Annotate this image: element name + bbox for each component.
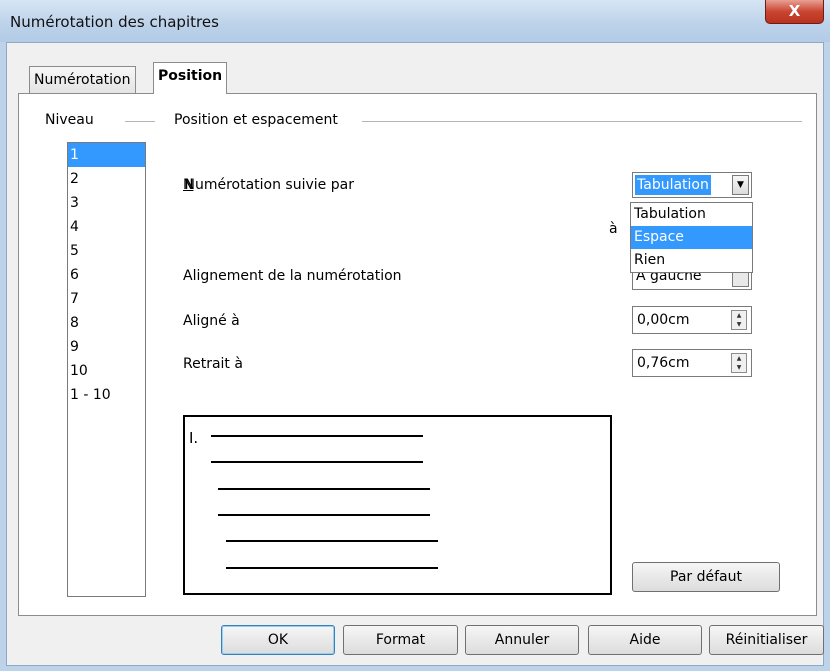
indent-at-stepper[interactable]: ▲ ▼ <box>731 353 747 373</box>
alignment-label: Alignement de la numérotation <box>183 268 402 284</box>
close-button[interactable]: X <box>765 0 824 24</box>
list-item[interactable]: 2 <box>68 167 145 191</box>
at-label: à <box>609 221 618 237</box>
cancel-button-label: Annuler <box>494 632 550 648</box>
aligned-at-field[interactable]: 0,00cm ▲ ▼ <box>632 306 752 334</box>
help-button-label: Aide <box>629 632 661 648</box>
list-item[interactable]: 1 - 10 <box>68 383 145 407</box>
followed-by-value: Tabulation <box>635 175 711 195</box>
position-group-label: Position et espacement <box>171 112 341 128</box>
followed-by-label: NNumérotation suivie par <box>183 177 354 193</box>
indent-at-field[interactable]: 0,76cm ▲ ▼ <box>632 349 752 377</box>
reset-button[interactable]: Réinitialiser <box>709 625 824 655</box>
cancel-button[interactable]: Annuler <box>465 625 579 655</box>
list-item[interactable]: 4 <box>68 215 145 239</box>
list-item[interactable]: 9 <box>68 335 145 359</box>
preview-line <box>226 540 438 542</box>
indent-at-label: Retrait à <box>183 356 243 372</box>
preview-number: I. <box>189 429 199 447</box>
close-icon: X <box>788 2 801 20</box>
format-button-label: Format <box>375 632 426 648</box>
tab-numerotation-label: Numérotation <box>34 72 131 88</box>
list-item[interactable]: 7 <box>68 287 145 311</box>
preview-line <box>218 514 430 516</box>
list-item[interactable]: 1 <box>68 143 145 167</box>
list-item[interactable]: 6 <box>68 263 145 287</box>
arrow-down-icon[interactable]: ▼ <box>732 320 746 329</box>
preview-line <box>218 488 430 490</box>
dropdown-option-rien[interactable]: Rien <box>631 249 752 272</box>
list-item[interactable]: 3 <box>68 191 145 215</box>
followed-by-label-text: Numérotation suivie par <box>184 177 354 193</box>
tab-position[interactable]: Position <box>153 62 228 94</box>
window-title: Numérotation des chapitres <box>10 13 219 31</box>
list-item[interactable]: 10 <box>68 359 145 383</box>
dropdown-option-tabulation[interactable]: Tabulation <box>631 203 752 226</box>
format-button[interactable]: Format <box>343 625 458 655</box>
title-bar[interactable]: Numérotation des chapitres X <box>0 0 830 42</box>
default-button-label: Par défaut <box>670 569 742 585</box>
preview-line <box>211 435 423 437</box>
position-divider <box>362 121 802 122</box>
arrow-up-icon[interactable]: ▲ <box>732 354 746 363</box>
chevron-down-icon[interactable]: ▼ <box>732 175 749 195</box>
help-button[interactable]: Aide <box>588 625 702 655</box>
list-item[interactable]: 8 <box>68 311 145 335</box>
niveau-list[interactable]: 1 2 3 4 5 6 7 8 9 10 1 - 10 <box>67 142 146 597</box>
arrow-down-icon[interactable]: ▼ <box>732 363 746 372</box>
reset-button-label: Réinitialiser <box>725 632 808 648</box>
preview-line <box>211 461 423 463</box>
default-button[interactable]: Par défaut <box>632 562 780 592</box>
ok-button-label: OK <box>267 632 289 648</box>
niveau-label: Niveau <box>42 112 97 128</box>
followed-by-select[interactable]: Tabulation ▼ <box>632 172 752 198</box>
numbering-preview: I. <box>183 415 612 595</box>
tab-position-label: Position <box>158 68 223 84</box>
aligned-at-value: 0,00cm <box>637 312 690 328</box>
preview-line <box>226 567 438 569</box>
aligned-at-label: Aligné à <box>183 313 240 329</box>
list-item[interactable]: 5 <box>68 239 145 263</box>
indent-at-value: 0,76cm <box>637 355 690 371</box>
arrow-up-icon[interactable]: ▲ <box>732 311 746 320</box>
dropdown-option-espace[interactable]: Espace <box>631 226 752 249</box>
dialog-window: Numérotation des chapitres X Numérotatio… <box>0 0 830 671</box>
niveau-divider <box>125 121 155 122</box>
ok-button[interactable]: OK <box>221 625 335 655</box>
tab-numerotation[interactable]: Numérotation <box>29 66 136 94</box>
aligned-at-stepper[interactable]: ▲ ▼ <box>731 310 747 330</box>
followed-by-dropdown[interactable]: Tabulation Espace Rien <box>630 202 753 273</box>
